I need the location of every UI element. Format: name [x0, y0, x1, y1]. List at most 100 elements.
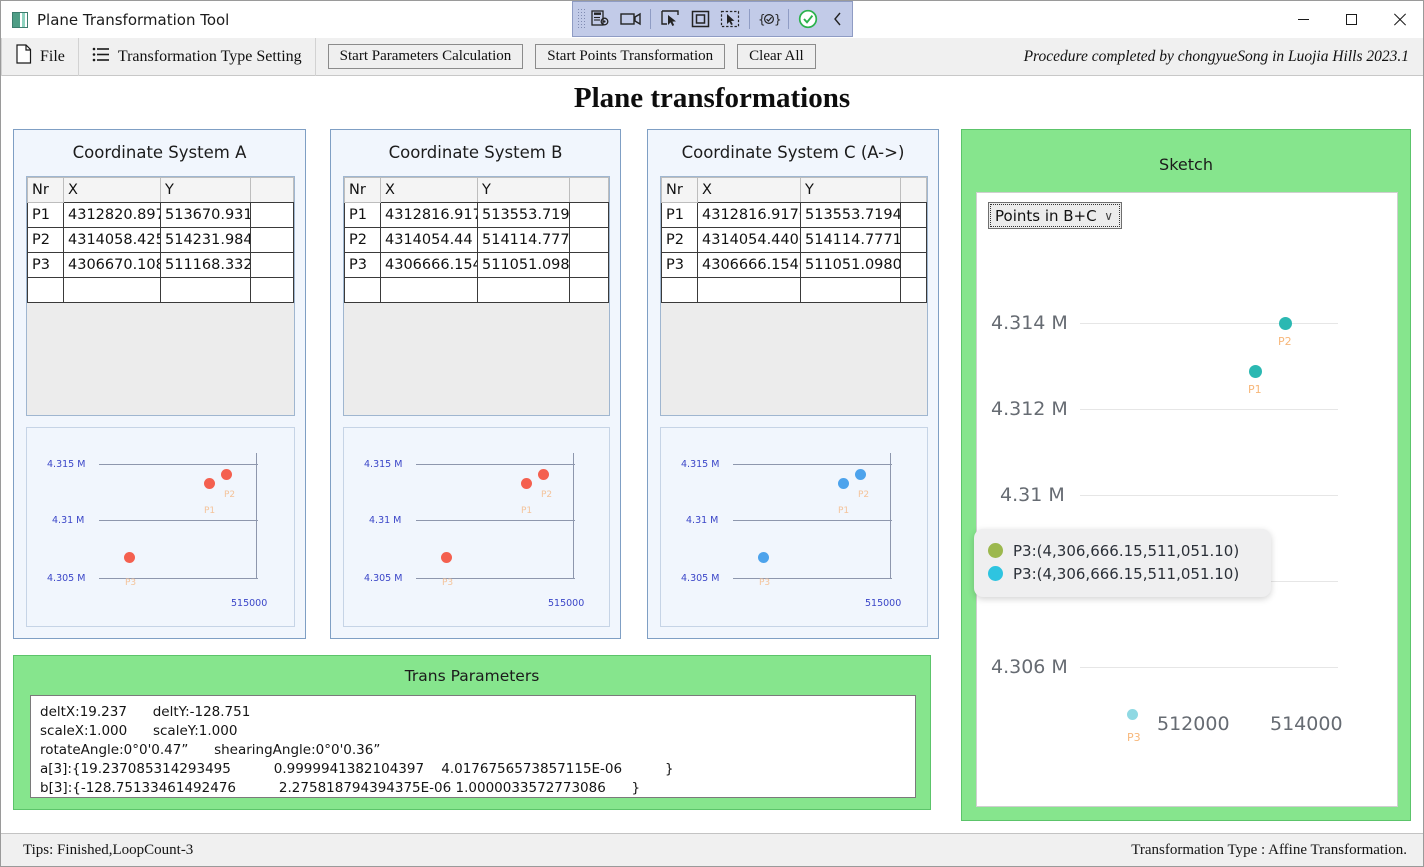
cell-nr	[661, 277, 698, 303]
cell-y[interactable]: 513670.931	[160, 202, 251, 228]
panel-title-b: Coordinate System B	[388, 143, 563, 162]
panel-title-c: Coordinate System C (A->)	[681, 143, 905, 162]
table-row[interactable]	[661, 277, 927, 303]
start-parameters-calculation-button[interactable]: Start Parameters Calculation	[327, 44, 524, 69]
table-row[interactable]: P3 4306670.108 511168.332	[27, 252, 294, 278]
cell-y[interactable]: 511051.098	[477, 252, 570, 278]
cell-y[interactable]: 511168.332	[160, 252, 251, 278]
cell-blank[interactable]	[250, 252, 294, 278]
mc-point-p3[interactable]	[124, 552, 135, 563]
cell-blank[interactable]	[250, 277, 294, 303]
cell-y[interactable]: 511051.0980	[800, 252, 901, 278]
cell-x[interactable]: 4312820.897	[63, 202, 161, 228]
sketch-gridline-4306	[1080, 667, 1338, 668]
maximize-button[interactable]	[1327, 1, 1375, 38]
start-points-transformation-button[interactable]: Start Points Transformation	[535, 44, 726, 69]
cell-blank[interactable]	[569, 277, 609, 303]
cell-x[interactable]: 4314054.4400	[697, 227, 801, 253]
cell-blank[interactable]	[250, 227, 294, 253]
mc-point-p3[interactable]	[441, 552, 452, 563]
table-row[interactable]: P1 4312816.9170 513553.7194	[661, 202, 927, 228]
cell-x[interactable]: 4312816.917	[380, 202, 478, 228]
table-row[interactable]: P3 4306666.1540 511051.0980	[661, 252, 927, 278]
sketch-point-p3[interactable]	[1127, 709, 1138, 720]
sketch-point-p2[interactable]	[1279, 317, 1292, 330]
cell-x[interactable]: 4306666.154	[380, 252, 478, 278]
clear-all-button[interactable]: Clear All	[737, 44, 816, 69]
cell-x[interactable]: 4312816.9170	[697, 202, 801, 228]
cell-y[interactable]	[800, 277, 901, 303]
cell-nr: P1	[27, 202, 64, 228]
cell-x[interactable]: 4314054.44	[380, 227, 478, 253]
table-row[interactable]: P3 4306666.154 511051.098	[344, 252, 609, 278]
record-target-icon[interactable]	[587, 6, 615, 32]
mc-point-p2[interactable]	[221, 469, 232, 480]
cell-y[interactable]: 514231.984	[160, 227, 251, 253]
table-row[interactable]: P1 4312820.897 513670.931	[27, 202, 294, 228]
cell-x[interactable]	[63, 277, 161, 303]
coordinate-table-c[interactable]: Nr X Y P1 4312816.9170 513553.7194 P2 43…	[661, 177, 927, 303]
cell-blank[interactable]	[569, 227, 609, 253]
cell-y[interactable]	[477, 277, 570, 303]
cell-y[interactable]: 513553.7194	[800, 202, 901, 228]
app-logo-icon	[12, 11, 28, 28]
cell-blank[interactable]	[569, 252, 609, 278]
mc-point-p2[interactable]	[538, 469, 549, 480]
confirm-check-icon[interactable]	[794, 6, 822, 32]
coordinate-table-a[interactable]: Nr X Y P1 4312820.897 513670.931 P2 4314…	[27, 177, 294, 303]
table-row[interactable]: P2 4314058.425 514231.984	[27, 227, 294, 253]
table-row[interactable]	[27, 277, 294, 303]
list-icon	[92, 47, 110, 67]
cell-blank[interactable]	[569, 202, 609, 228]
menu-item-transformation-type-setting[interactable]: Transformation Type Setting	[79, 37, 316, 76]
element-select-icon[interactable]	[716, 6, 744, 32]
cell-x[interactable]	[380, 277, 478, 303]
cell-x[interactable]: 4306670.108	[63, 252, 161, 278]
menu-item-file[interactable]: File	[1, 37, 79, 76]
mc-point-p1[interactable]	[204, 478, 215, 489]
cell-x[interactable]: 4314058.425	[63, 227, 161, 253]
points-source-dropdown[interactable]: Points in B+C ∨	[988, 202, 1122, 229]
table-row[interactable]: P1 4312816.917 513553.7194	[344, 202, 609, 228]
cell-blank[interactable]	[250, 202, 294, 228]
cell-x[interactable]	[697, 277, 801, 303]
recorder-overlay-toolbar[interactable]: { }	[572, 1, 853, 37]
cell-blank[interactable]	[900, 227, 927, 253]
cell-blank[interactable]	[900, 277, 927, 303]
panel-coordinate-system-c: Coordinate System C (A->) Nr X Y P1 4312…	[647, 129, 939, 639]
trans-parameters-output[interactable]: deltX:19.237 deltY:-128.751 scaleX:1.000…	[30, 695, 916, 798]
cell-blank[interactable]	[900, 252, 927, 278]
mc-label-p2: P2	[224, 490, 236, 500]
cell-y[interactable]: 514114.7771	[477, 227, 570, 253]
mc-point-p2[interactable]	[855, 469, 866, 480]
sketch-chart-canvas[interactable]: Points in B+C ∨ 4.314 M 4.312 M 4.31 M 4…	[974, 192, 1398, 807]
cell-blank[interactable]	[900, 202, 927, 228]
table-container-a: Nr X Y P1 4312820.897 513670.931 P2 4314…	[26, 176, 295, 416]
th-x-c: X	[697, 177, 801, 203]
table-row[interactable]: P2 4314054.44 514114.7771	[344, 227, 609, 253]
sketch-point-p1[interactable]	[1249, 365, 1262, 378]
mc-point-p1[interactable]	[838, 478, 849, 489]
table-row[interactable]	[344, 277, 609, 303]
coordinate-table-b[interactable]: Nr X Y P1 4312816.917 513553.7194 P2 431…	[344, 177, 609, 303]
mc-label-p3: P3	[125, 578, 137, 588]
cursor-select-icon[interactable]	[656, 6, 684, 32]
close-button[interactable]	[1375, 1, 1423, 38]
table-row[interactable]: P2 4314054.4400 514114.7771	[661, 227, 927, 253]
menu-item-file-label: File	[40, 47, 65, 65]
collapse-chevron-icon[interactable]	[824, 6, 852, 32]
minimize-button[interactable]	[1279, 1, 1327, 38]
mc-point-p1[interactable]	[521, 478, 532, 489]
mc-point-p3[interactable]	[758, 552, 769, 563]
drag-handle[interactable]	[577, 8, 586, 30]
tooltip-row: P3:(4,306,666.15,511,051.10)	[988, 539, 1257, 562]
cell-y[interactable]: 513553.7194	[477, 202, 570, 228]
settings-brace-icon[interactable]: { }	[755, 6, 783, 32]
cell-y[interactable]	[160, 277, 251, 303]
region-select-icon[interactable]	[686, 6, 714, 32]
cell-y[interactable]: 514114.7771	[800, 227, 901, 253]
th-blank-b	[569, 177, 609, 203]
sketch-gridline-4312	[1080, 409, 1338, 410]
cell-x[interactable]: 4306666.1540	[697, 252, 801, 278]
camera-icon[interactable]	[617, 6, 645, 32]
